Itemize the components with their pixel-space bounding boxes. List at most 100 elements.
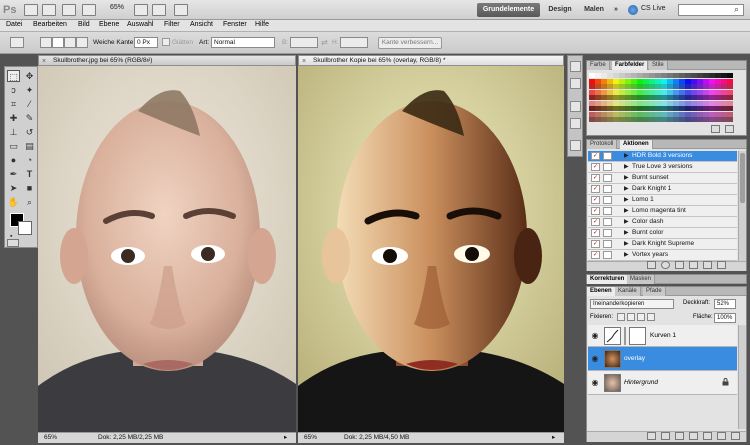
color-swatch[interactable] xyxy=(613,100,619,106)
color-swatch[interactable] xyxy=(667,106,673,111)
action-toggle-checkbox[interactable]: ✓ xyxy=(591,240,600,248)
color-swatch[interactable] xyxy=(721,117,727,122)
color-swatch[interactable] xyxy=(643,117,649,122)
trash-icon[interactable] xyxy=(731,432,740,440)
color-swatch[interactable] xyxy=(631,111,637,117)
color-swatch[interactable] xyxy=(625,78,631,84)
color-swatch[interactable] xyxy=(601,84,607,89)
action-item[interactable]: ✓ ▶ Lomo magenta tint xyxy=(588,206,737,217)
color-swatch[interactable] xyxy=(703,100,709,106)
cs-live-icon[interactable] xyxy=(628,5,638,15)
quick-mask-icon[interactable] xyxy=(7,239,19,247)
add-selection-icon[interactable] xyxy=(52,37,64,48)
cs-live-label[interactable]: CS Live xyxy=(641,5,666,12)
color-swatch[interactable] xyxy=(715,106,721,111)
expand-triangle-icon[interactable]: ▶ xyxy=(624,217,629,227)
color-swatch[interactable] xyxy=(637,73,643,78)
color-swatch[interactable] xyxy=(709,117,715,122)
style-select[interactable]: Normal xyxy=(211,37,275,48)
intersect-selection-icon[interactable] xyxy=(76,37,88,48)
color-swatch[interactable] xyxy=(649,73,655,78)
color-swatch[interactable] xyxy=(649,95,655,100)
crop-tool-icon[interactable]: ⌗ xyxy=(7,98,20,110)
color-swatch[interactable] xyxy=(613,111,619,117)
color-swatch[interactable] xyxy=(595,84,601,89)
hand-tool-icon[interactable]: ✋ xyxy=(7,196,20,208)
lasso-tool-icon[interactable]: ↄ xyxy=(7,84,20,96)
healing-brush-icon[interactable]: ✚ xyxy=(7,112,20,124)
scroll-thumb[interactable] xyxy=(740,153,745,203)
color-swatch[interactable] xyxy=(715,117,721,122)
action-toggle-checkbox[interactable]: ✓ xyxy=(591,207,600,215)
close-icon[interactable]: × xyxy=(302,57,306,66)
color-swatch[interactable] xyxy=(607,95,613,100)
dialog-toggle-icon[interactable] xyxy=(603,207,612,215)
color-swatch[interactable] xyxy=(709,95,715,100)
color-swatch[interactable] xyxy=(703,111,709,117)
color-swatch[interactable] xyxy=(643,106,649,111)
document-canvas-2[interactable] xyxy=(298,66,564,432)
color-swatch[interactable] xyxy=(643,78,649,84)
color-swatch[interactable] xyxy=(685,95,691,100)
color-swatch[interactable] xyxy=(589,84,595,89)
dialog-toggle-icon[interactable] xyxy=(603,174,612,182)
color-swatch[interactable] xyxy=(679,73,685,78)
layer-row-hintergrund[interactable]: ◉ Hintergrund xyxy=(588,371,737,395)
workspace-grundelemente[interactable]: Grundelemente xyxy=(477,3,540,17)
color-swatch[interactable] xyxy=(619,106,625,111)
color-swatch[interactable] xyxy=(709,106,715,111)
layer-row-kurven[interactable]: ◉ Kurven 1 xyxy=(588,325,737,347)
color-swatch[interactable] xyxy=(691,117,697,122)
color-swatch[interactable] xyxy=(661,100,667,106)
color-swatch[interactable] xyxy=(715,89,721,95)
color-swatch[interactable] xyxy=(709,78,715,84)
color-swatch[interactable] xyxy=(595,89,601,95)
path-selection-icon[interactable]: ➤ xyxy=(7,182,20,194)
color-swatch[interactable] xyxy=(589,73,595,78)
action-toggle-checkbox[interactable]: ✓ xyxy=(591,174,600,182)
marquee-tool-preset-icon[interactable] xyxy=(10,37,24,48)
trash-icon[interactable] xyxy=(717,261,726,269)
color-swatch[interactable] xyxy=(661,89,667,95)
document-canvas-1[interactable] xyxy=(38,66,296,432)
dialog-toggle-icon[interactable] xyxy=(603,152,612,160)
layers-scrollbar[interactable] xyxy=(738,325,746,429)
color-swatch[interactable] xyxy=(679,95,685,100)
zoom-tool-icon[interactable]: ⌕ xyxy=(23,196,36,208)
new-selection-icon[interactable] xyxy=(40,37,52,48)
new-action-icon[interactable] xyxy=(703,261,712,269)
color-swatch[interactable] xyxy=(637,95,643,100)
eye-icon[interactable]: ◉ xyxy=(590,378,600,388)
color-swatch[interactable] xyxy=(673,95,679,100)
color-swatch[interactable] xyxy=(631,100,637,106)
color-swatch[interactable] xyxy=(727,111,733,117)
action-toggle-checkbox[interactable]: ✓ xyxy=(591,163,600,171)
new-set-icon[interactable] xyxy=(689,261,698,269)
color-swatch[interactable] xyxy=(607,84,613,89)
tab-kanaele[interactable]: Kanäle xyxy=(615,287,641,296)
color-swatch[interactable] xyxy=(661,78,667,84)
record-icon[interactable] xyxy=(661,261,670,269)
color-swatch[interactable] xyxy=(721,111,727,117)
color-swatch[interactable] xyxy=(613,78,619,84)
color-swatch[interactable] xyxy=(661,106,667,111)
new-group-icon[interactable] xyxy=(703,432,712,440)
color-swatch[interactable] xyxy=(601,111,607,117)
color-swatch[interactable] xyxy=(691,73,697,78)
color-swatch[interactable] xyxy=(727,117,733,122)
color-swatch[interactable] xyxy=(649,84,655,89)
color-swatch[interactable] xyxy=(613,106,619,111)
color-swatch[interactable] xyxy=(625,95,631,100)
expand-triangle-icon[interactable]: ▶ xyxy=(624,173,629,183)
dialog-toggle-icon[interactable] xyxy=(603,163,612,171)
color-swatch[interactable] xyxy=(589,95,595,100)
action-item[interactable]: ✓ ▶ Vortex years xyxy=(588,250,737,261)
color-swatch[interactable] xyxy=(727,73,733,78)
workspace-design[interactable]: Design xyxy=(545,3,575,17)
menu-ebene[interactable]: Ebene xyxy=(99,21,119,28)
color-swatch[interactable] xyxy=(685,117,691,122)
color-swatch[interactable] xyxy=(649,78,655,84)
action-toggle-checkbox[interactable]: ✓ xyxy=(591,152,600,160)
color-swatch[interactable] xyxy=(667,73,673,78)
tab-pfade[interactable]: Pfade xyxy=(643,287,666,296)
